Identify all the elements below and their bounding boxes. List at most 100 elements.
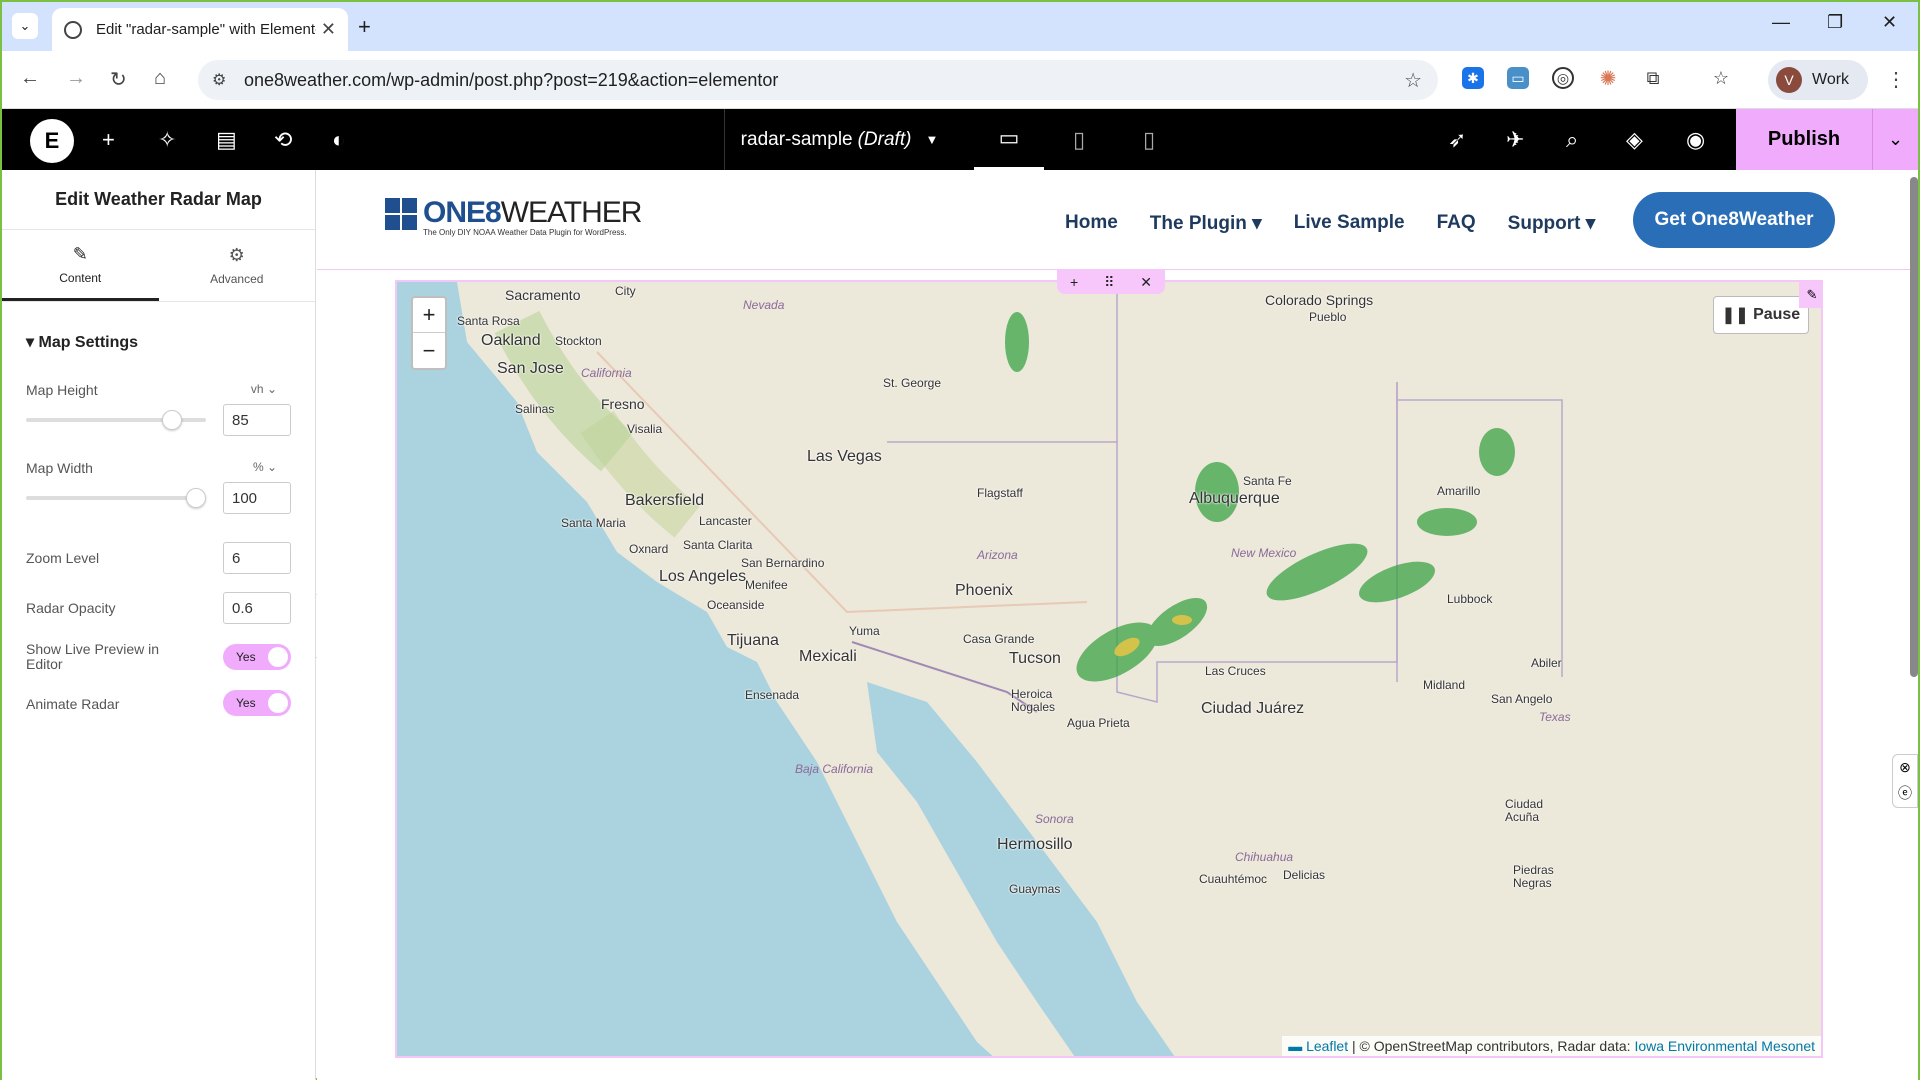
get-one8weather-button[interactable]: Get One8Weather xyxy=(1633,192,1835,248)
zoom-control: + − xyxy=(411,296,447,370)
reload-icon[interactable]: ↻ xyxy=(110,67,127,92)
map-width-slider[interactable] xyxy=(26,488,206,508)
map-label: Midland xyxy=(1423,678,1466,692)
mobile-icon[interactable]: ▯ xyxy=(1114,109,1184,170)
close-tab-icon[interactable]: ✕ xyxy=(321,19,336,40)
add-section-icon[interactable]: + xyxy=(1070,274,1078,290)
map-label: Sacramento xyxy=(505,287,581,303)
site-menu: Home The Plugin ▾ Live Sample FAQ Suppor… xyxy=(1065,212,1595,235)
site-settings-icon[interactable]: ◐ xyxy=(332,127,345,153)
section-toggle[interactable]: ▾ Map Settings xyxy=(26,332,291,352)
search-icon[interactable]: ⌕ xyxy=(1566,127,1578,153)
elementor-logo-icon[interactable]: E xyxy=(30,119,74,163)
add-element-icon[interactable]: + xyxy=(102,127,115,153)
iem-link[interactable]: Iowa Environmental Mesonet xyxy=(1634,1038,1815,1054)
site-info-icon[interactable]: ⚙ xyxy=(212,70,226,90)
publish-button[interactable]: Publish xyxy=(1736,109,1872,170)
publish-options-chevron-icon[interactable]: ⌄ xyxy=(1872,109,1918,170)
preview-scrollbar[interactable] xyxy=(1910,177,1918,677)
claude-icon[interactable]: ✺ xyxy=(1597,67,1619,90)
minimize-icon[interactable]: — xyxy=(1772,12,1790,33)
zoom-in-button[interactable]: + xyxy=(413,298,445,333)
history-icon[interactable]: ⟲ xyxy=(274,127,292,153)
tablet-icon[interactable]: ▯ xyxy=(1044,109,1114,170)
zoom-out-button[interactable]: − xyxy=(413,333,445,368)
restore-icon[interactable]: ❐ xyxy=(1827,12,1843,33)
floating-tools: ⊗ ⓔ xyxy=(1892,754,1918,808)
map-label: Tijuana xyxy=(727,632,779,649)
close-window-icon[interactable]: ✕ xyxy=(1882,12,1897,33)
site-logo[interactable]: ONE8WEATHER The Only DIY NOAA Weather Da… xyxy=(385,196,643,237)
menu-item-live-sample[interactable]: Live Sample xyxy=(1294,212,1405,235)
map-height-slider[interactable] xyxy=(26,410,206,430)
map-height-control: Map Height vh ⌄ 85 xyxy=(26,382,291,460)
map-label: Menifee xyxy=(745,578,788,592)
extension-icon[interactable]: ▭ xyxy=(1507,67,1529,89)
logo-mark-icon xyxy=(385,198,417,230)
tab-search-button[interactable]: ⌄ xyxy=(12,13,38,39)
structure-layers-icon[interactable]: ◈ xyxy=(1626,127,1643,153)
pause-button[interactable]: ❚❚ Pause xyxy=(1713,296,1809,334)
close-circle-icon[interactable]: ⊗ xyxy=(1899,759,1911,776)
browser-menu-icon[interactable]: ⋮ xyxy=(1886,67,1906,92)
extension-icon[interactable]: ✱ xyxy=(1462,67,1484,89)
map-label: Salinas xyxy=(515,402,555,416)
menu-item-support[interactable]: Support ▾ xyxy=(1508,212,1596,235)
bookmarks-icon[interactable]: ☆ xyxy=(1710,67,1732,89)
zoom-level-input[interactable]: 6 xyxy=(223,542,291,574)
extensions-puzzle-icon[interactable]: ⧉ xyxy=(1642,67,1664,89)
notifications-icon[interactable]: ✈ xyxy=(1506,127,1524,153)
preview-eye-icon[interactable]: ◉ xyxy=(1686,127,1705,153)
menu-item-faq[interactable]: FAQ xyxy=(1437,212,1476,235)
profile-name: Work xyxy=(1812,71,1850,88)
panel-tabs: ✎ Content ⚙ Advanced xyxy=(2,230,315,302)
pencil-icon: ✎ xyxy=(72,243,88,264)
menu-item-home[interactable]: Home xyxy=(1065,212,1118,235)
live-preview-toggle[interactable]: Yes xyxy=(223,644,291,670)
address-bar[interactable]: ⚙ one8weather.com/wp-admin/post.php?post… xyxy=(198,60,1438,100)
logo-accent: WEATHER xyxy=(500,196,643,229)
radar-map[interactable]: Sacramento City Santa Rosa Oakland Stock… xyxy=(395,280,1823,1058)
browser-tab[interactable]: Edit "radar-sample" with Elementor ✕ xyxy=(52,8,348,51)
menu-item-plugin[interactable]: The Plugin ▾ xyxy=(1150,212,1262,235)
desktop-icon[interactable]: ▭ xyxy=(974,109,1044,170)
bookmark-star-icon[interactable]: ☆ xyxy=(1404,68,1422,93)
chatgpt-icon[interactable]: ◎ xyxy=(1552,67,1574,89)
map-label: Ciudad Juárez xyxy=(1201,700,1305,717)
unit-select[interactable]: vh ⌄ xyxy=(251,382,277,396)
page-settings-icon[interactable]: ▤ xyxy=(216,127,237,153)
map-label: Hermosillo xyxy=(997,836,1073,853)
map-label: Lubbock xyxy=(1447,592,1493,606)
leaflet-link[interactable]: ▬ Leaflet xyxy=(1288,1038,1348,1054)
radar-opacity-input[interactable]: 0.6 xyxy=(223,592,291,624)
ai-sparkle-icon[interactable]: ✧ xyxy=(158,127,176,153)
tab-advanced[interactable]: ⚙ Advanced xyxy=(159,230,316,301)
control-label: Zoom Level xyxy=(26,550,100,566)
new-tab-icon[interactable]: + xyxy=(358,14,371,40)
home-icon[interactable]: ⌂ xyxy=(154,67,166,90)
unit-select[interactable]: % ⌄ xyxy=(253,460,277,474)
edit-widget-pencil-icon[interactable]: ✎ xyxy=(1799,282,1821,308)
document-status: (Draft) xyxy=(857,128,912,150)
browser-tabstrip: ⌄ Edit "radar-sample" with Elementor ✕ +… xyxy=(2,2,1918,51)
launch-rocket-icon[interactable]: ➶ xyxy=(1448,127,1466,153)
delete-widget-icon[interactable]: ✕ xyxy=(1140,274,1152,291)
animate-radar-toggle[interactable]: Yes xyxy=(223,690,291,716)
map-height-input[interactable]: 85 xyxy=(223,404,291,436)
map-label: Santa Rosa xyxy=(457,314,520,328)
elementor-circle-icon[interactable]: ⓔ xyxy=(1898,783,1912,803)
slider-handle[interactable] xyxy=(186,488,206,508)
control-label: Radar Opacity xyxy=(26,600,116,616)
slider-handle[interactable] xyxy=(162,410,182,430)
back-icon[interactable]: ← xyxy=(20,67,40,90)
map-label: St. George xyxy=(883,376,942,390)
map-width-input[interactable]: 100 xyxy=(223,482,291,514)
widget-handle: + ⠿ ✕ xyxy=(1057,270,1165,294)
forward-icon[interactable]: → xyxy=(66,67,86,90)
drag-handle-icon[interactable]: ⠿ xyxy=(1104,274,1114,291)
map-label: Lancaster xyxy=(699,514,752,528)
document-name[interactable]: radar-sample (Draft) ▼ xyxy=(724,109,954,170)
tab-content[interactable]: ✎ Content xyxy=(2,230,159,301)
map-label: Abiler xyxy=(1531,656,1562,670)
profile-button[interactable]: V Work xyxy=(1768,60,1868,100)
